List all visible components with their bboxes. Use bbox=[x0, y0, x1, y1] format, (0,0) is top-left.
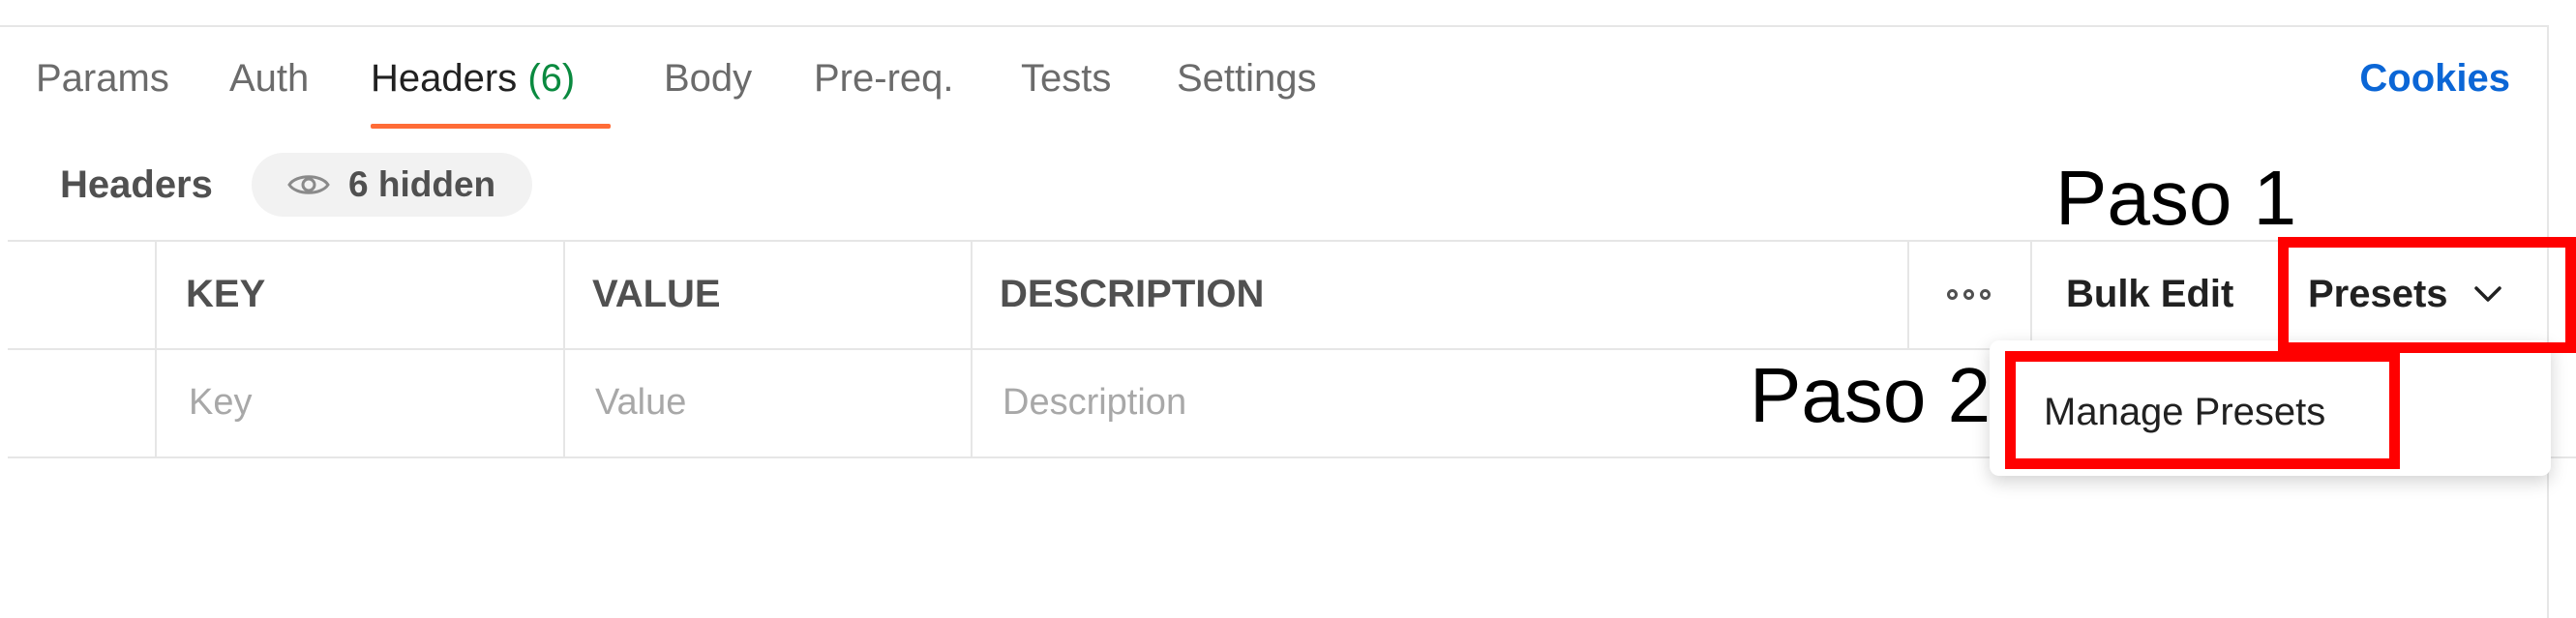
tab-count-badge: (6) bbox=[527, 57, 576, 100]
more-horizontal-icon[interactable] bbox=[1947, 284, 1995, 304]
tab-settings[interactable]: Settings bbox=[1177, 48, 1317, 135]
row-select-cell[interactable] bbox=[8, 348, 153, 456]
tab-label: Tests bbox=[1021, 57, 1112, 100]
description-input[interactable]: Description bbox=[1003, 348, 1873, 456]
column-divider bbox=[563, 240, 565, 458]
column-header-description: DESCRIPTION bbox=[1000, 273, 1265, 315]
tab-label: Auth bbox=[229, 57, 310, 100]
column-divider bbox=[1907, 240, 1909, 348]
annotation-step-1-box bbox=[2278, 237, 2576, 353]
tab-pre-request[interactable]: Pre-req. bbox=[814, 48, 954, 135]
active-tab-indicator bbox=[371, 124, 611, 129]
column-header-value: VALUE bbox=[592, 273, 721, 315]
tab-auth[interactable]: Auth bbox=[229, 48, 309, 135]
tab-body[interactable]: Body bbox=[664, 48, 752, 135]
tab-label: Pre-req. bbox=[814, 57, 954, 100]
column-divider bbox=[2030, 240, 2032, 348]
annotation-step-2-box bbox=[2005, 351, 2400, 469]
value-input[interactable]: Value bbox=[595, 348, 953, 456]
eye-icon bbox=[287, 175, 330, 194]
hidden-headers-label: 6 hidden bbox=[348, 164, 496, 204]
column-header-key: KEY bbox=[186, 273, 266, 315]
annotation-step-2-label: Paso 2 bbox=[1750, 352, 1992, 438]
tab-tests[interactable]: Tests bbox=[1021, 48, 1111, 135]
request-tabs: Params Auth Headers (6) Body Pre-req. Te… bbox=[0, 48, 2549, 135]
tab-label: Body bbox=[664, 57, 753, 100]
cookies-link[interactable]: Cookies bbox=[2359, 48, 2510, 108]
tab-label: Headers bbox=[371, 57, 518, 100]
tab-label: Settings bbox=[1177, 57, 1317, 100]
column-divider bbox=[971, 240, 973, 458]
column-divider bbox=[155, 240, 157, 458]
headers-section-title: Headers bbox=[60, 163, 213, 206]
bulk-edit-button[interactable]: Bulk Edit bbox=[2066, 240, 2233, 348]
tab-params[interactable]: Params bbox=[36, 48, 169, 135]
tab-label: Params bbox=[36, 57, 169, 100]
annotation-step-1-label: Paso 1 bbox=[2055, 155, 2297, 241]
tab-headers[interactable]: Headers (6) bbox=[371, 48, 575, 135]
hidden-headers-toggle[interactable]: 6 hidden bbox=[252, 153, 532, 217]
key-input[interactable]: Key bbox=[189, 348, 547, 456]
